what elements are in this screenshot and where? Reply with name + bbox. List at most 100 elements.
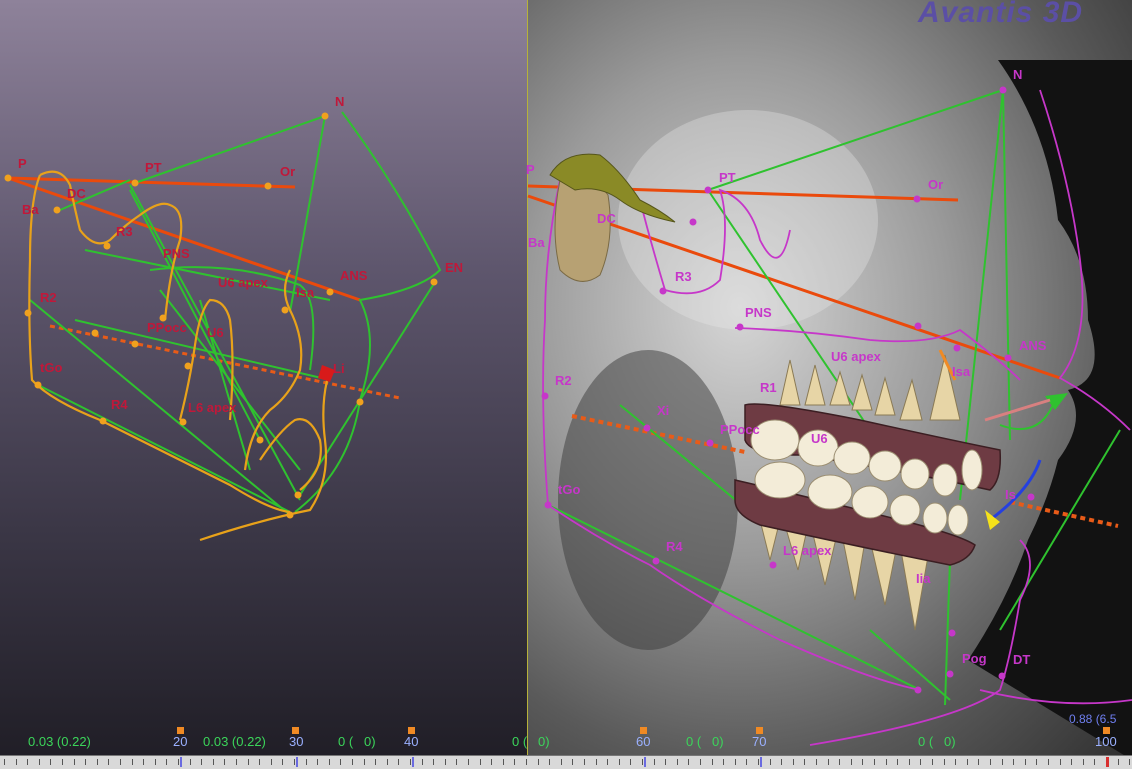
sn-line [7, 176, 361, 302]
ruler-readout-1: 0.03 (0.22) [28, 734, 91, 749]
right-xray-view[interactable]: Avantis 3D [528, 0, 1132, 768]
ruler-tick-mark [1013, 759, 1014, 765]
ruler-tick-mark [178, 759, 179, 765]
ruler-tick-mark [851, 759, 852, 765]
ruler-marker-100[interactable] [1103, 727, 1110, 734]
ruler-major-tick [412, 757, 414, 767]
label-Or: Or [280, 164, 295, 179]
ruler-tick-mark [433, 759, 434, 765]
ruler-tick-mark [445, 759, 446, 765]
ruler-tick-mark [132, 759, 133, 765]
ruler-tick-mark [352, 759, 353, 765]
ruler-tick-mark [1118, 759, 1119, 765]
ruler-tick-mark [746, 759, 747, 765]
ruler-tick-mark [190, 759, 191, 765]
label-U6: U6 [207, 325, 224, 340]
left-3d-tracing-view[interactable]: N P PT Or DC Ba R3 PNS U6 apex Isa ANS E… [0, 0, 528, 768]
label-PPocc: PPocc [147, 320, 187, 335]
label-R2: R2 [40, 290, 57, 305]
ruler-marker-40[interactable] [408, 727, 415, 734]
ruler-tick-mark [364, 759, 365, 765]
left-tracing-canvas: N P PT Or DC Ba R3 PNS U6 apex Isa ANS E… [4, 94, 463, 542]
ruler-major-tick [296, 757, 298, 767]
label-PT: PT [145, 160, 162, 175]
ruler-tick-mark [688, 759, 689, 765]
label-EN: EN [445, 260, 463, 275]
label-tGo: tGo [40, 360, 62, 375]
label-Li: Li [333, 361, 345, 376]
ruler-current-position[interactable] [1106, 757, 1109, 767]
ruler-tick-mark [978, 759, 979, 765]
ruler-tick-mark [340, 759, 341, 765]
ruler-tick-mark [932, 759, 933, 765]
ruler-tick-mark [828, 759, 829, 765]
ruler-tick-mark [422, 759, 423, 765]
ruler-major-tick [180, 757, 182, 767]
ruler-tick-mark [596, 759, 597, 765]
green-tracings [29, 111, 442, 516]
ruler-tick-mark [62, 759, 63, 765]
label-Ba: Ba [22, 202, 39, 217]
ruler-tick-mark [4, 759, 5, 765]
ruler-tick-mark [503, 759, 504, 765]
ruler-tick-mark [375, 759, 376, 765]
ruler-readout-5: 0 ( 0) [686, 734, 724, 749]
ruler-tick-100: 100 [1095, 734, 1117, 749]
ruler-tick-mark [74, 759, 75, 765]
ruler-tick-mark [630, 759, 631, 765]
ruler-tick-mark [480, 759, 481, 765]
ruler-tick-mark [920, 759, 921, 765]
ruler-tick-40: 40 [404, 734, 419, 749]
ruler-tick-mark [561, 759, 562, 765]
ruler-tick-mark [39, 759, 40, 765]
ruler-tick-mark [897, 759, 898, 765]
label-L6-apex: L6 apex [188, 400, 237, 415]
ruler-tick-mark [967, 759, 968, 765]
ruler-tick-mark [201, 759, 202, 765]
ruler-tick-mark [1002, 759, 1003, 765]
label-R3: R3 [116, 224, 133, 239]
ruler-tick-mark [665, 759, 666, 765]
ruler-tick-mark [1071, 759, 1072, 765]
ruler-tick-mark [166, 759, 167, 765]
ruler-marker-20[interactable] [177, 727, 184, 734]
ruler-marker-70[interactable] [756, 727, 763, 734]
ruler-tick-mark [735, 759, 736, 765]
ruler-tick-mark [642, 759, 643, 765]
label-ANS: ANS [340, 268, 368, 283]
ruler-tick-mark [874, 759, 875, 765]
left-landmark-labels: N P PT Or DC Ba R3 PNS U6 apex Isa ANS E… [18, 94, 463, 415]
ruler-marker-60[interactable] [640, 727, 647, 734]
ruler-tick-60: 60 [636, 734, 651, 749]
ruler-tick-mark [329, 759, 330, 765]
ruler-tick-30: 30 [289, 734, 304, 749]
ruler-tick-mark [862, 759, 863, 765]
ruler-top-value: 0.88 (6.5 [1069, 712, 1117, 726]
label-Isa: Isa [296, 285, 315, 300]
ruler-tick-mark [213, 759, 214, 765]
ruler-tick-mark [1060, 759, 1061, 765]
ruler-tick-mark [155, 759, 156, 765]
ruler-tick-mark [886, 759, 887, 765]
label-N: N [335, 94, 344, 109]
xray-silhouette [558, 60, 1132, 760]
ruler-tick-mark [1094, 759, 1095, 765]
label-PNS: PNS [163, 246, 190, 261]
ruler-tick-mark [654, 759, 655, 765]
fh-line [7, 176, 296, 189]
orange-contours [28, 170, 332, 542]
brand-logo: Avantis 3D [918, 0, 1084, 29]
ruler-tick-mark [839, 759, 840, 765]
ruler-marker-30[interactable] [292, 727, 299, 734]
ruler-tick-mark [491, 759, 492, 765]
ruler-tick-mark [804, 759, 805, 765]
ruler-tick-mark [468, 759, 469, 765]
timeline-ruler[interactable] [0, 755, 1132, 769]
ruler-tick-mark [85, 759, 86, 765]
ruler-tick-mark [700, 759, 701, 765]
ruler-major-tick [644, 757, 646, 767]
ruler-tick-mark [816, 759, 817, 765]
ruler-tick-mark [120, 759, 121, 765]
ruler-tick-mark [758, 759, 759, 765]
ruler-major-tick [760, 757, 762, 767]
